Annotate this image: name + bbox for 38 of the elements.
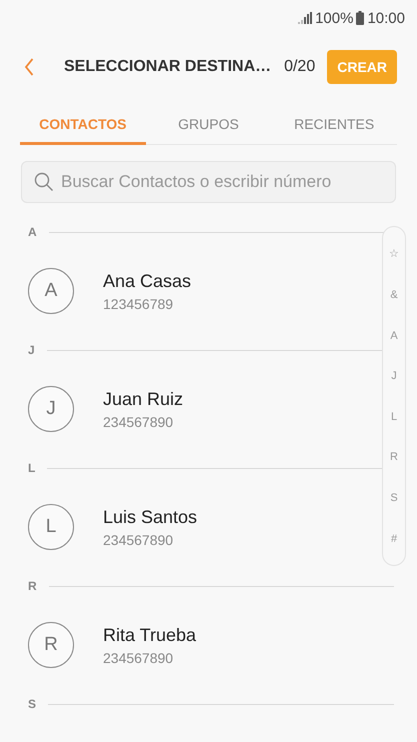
status-time: 10:00 xyxy=(367,10,405,26)
contact-number: 123456789 xyxy=(103,296,174,312)
back-icon[interactable] xyxy=(24,58,35,76)
contact-number: 234567890 xyxy=(103,414,174,430)
page-title: SELECCIONAR DESTINA… xyxy=(64,58,272,76)
battery-icon xyxy=(356,11,364,25)
contact-name[interactable]: Juan Ruiz xyxy=(103,388,184,410)
contact-avatar: L xyxy=(28,504,74,550)
index-letter[interactable]: A xyxy=(390,330,398,342)
index-letter[interactable]: L xyxy=(390,410,398,423)
tab[interactable]: CONTACTOS xyxy=(20,104,146,145)
section-letter: S xyxy=(28,697,36,711)
tab[interactable]: RECIENTES xyxy=(271,104,398,145)
index-letter[interactable]: J xyxy=(391,370,397,382)
section-letter: L xyxy=(28,461,36,475)
tab[interactable]: GRUPOS xyxy=(146,104,272,145)
index-letter[interactable]: S xyxy=(390,492,398,504)
section-letter: R xyxy=(28,579,37,593)
index-letter[interactable]: # xyxy=(390,532,398,545)
index-scrollbar[interactable]: ☆ & A J L R S # xyxy=(382,226,406,566)
contact-number: 234567890 xyxy=(103,650,174,666)
signal-icon xyxy=(298,12,312,24)
section-letter: J xyxy=(28,343,35,357)
contact-avatar: J xyxy=(28,386,74,432)
index-letter[interactable]: R xyxy=(390,451,398,464)
search-field[interactable]: Buscar Contactos o escribir número xyxy=(21,161,396,203)
contact-avatar: R xyxy=(28,622,74,668)
create-button[interactable]: CREAR xyxy=(327,50,397,84)
index-letter[interactable]: & xyxy=(390,288,398,301)
section-letter: A xyxy=(28,225,37,239)
contact-name[interactable]: Ana Casas xyxy=(103,270,192,292)
contact-number: 234567890 xyxy=(103,532,174,548)
contact-name[interactable]: Rita Trueba xyxy=(103,624,196,646)
contact-avatar: A xyxy=(28,268,74,314)
contact-name[interactable]: Luis Santos xyxy=(103,506,198,528)
index-letter[interactable]: ☆ xyxy=(389,247,399,260)
battery-percent: 100% xyxy=(315,10,354,26)
selection-counter: 0/20 xyxy=(284,58,316,76)
